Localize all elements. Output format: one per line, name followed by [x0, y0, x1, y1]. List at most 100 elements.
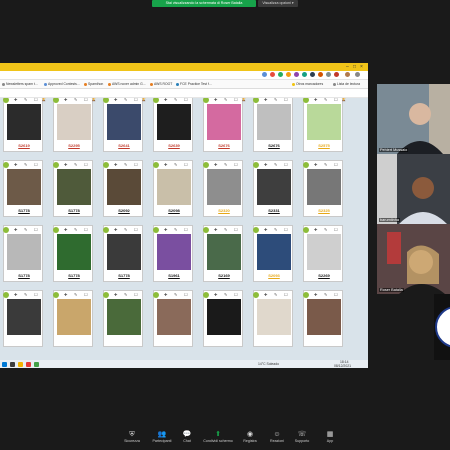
participant-video[interactable]: Roser Batalla: [377, 224, 450, 294]
photo-thumbnail[interactable]: [57, 104, 91, 140]
photo-card[interactable]: ✚ ✎ ☐ S2641: [103, 98, 143, 152]
checkbox-icon[interactable]: ☐: [334, 162, 338, 168]
person-icon[interactable]: ✚: [114, 98, 117, 103]
extension-icon[interactable]: [302, 72, 307, 77]
photo-card[interactable]: ✚ ✎ ☐ S2092: [103, 160, 143, 217]
person-icon[interactable]: ✚: [114, 292, 117, 298]
photo-number[interactable]: S2676: [204, 143, 244, 148]
taskbar-app-icon[interactable]: [26, 361, 31, 367]
checkbox-icon[interactable]: ☐: [334, 292, 338, 298]
photo-thumbnail[interactable]: [107, 234, 141, 270]
checkbox-icon[interactable]: ☐: [134, 162, 138, 168]
profile-avatar[interactable]: [345, 72, 350, 77]
photo-thumbnail[interactable]: [307, 299, 341, 335]
maximize-icon[interactable]: □: [353, 64, 356, 70]
photo-number[interactable]: S1778: [54, 208, 94, 213]
extension-icon[interactable]: [294, 72, 299, 77]
person-icon[interactable]: ✚: [214, 292, 217, 298]
extension-icon[interactable]: [278, 72, 283, 77]
bookmark-item[interactable]: Spamihon: [84, 82, 103, 86]
taskbar-app-icon[interactable]: [18, 361, 23, 367]
view-options-button[interactable]: Visualizza opzioni ▾: [258, 0, 298, 7]
bookmark-item[interactable]: AWS noxer admin G...: [108, 82, 146, 86]
photo-thumbnail[interactable]: [157, 234, 191, 270]
photo-card[interactable]: ✚ ✎ ☐ S2098: [153, 160, 193, 217]
checkbox-icon[interactable]: ☐: [284, 98, 288, 103]
photo-card[interactable]: ✚ ✎ ☐: [253, 290, 293, 347]
photo-number[interactable]: S2098: [154, 208, 194, 213]
person-icon[interactable]: ✚: [14, 292, 17, 298]
registra-button[interactable]: ◉ Registra: [235, 430, 265, 444]
person-icon[interactable]: ✚: [314, 292, 317, 298]
photo-card[interactable]: ✚ ✎ ☐ S2575: [303, 98, 343, 152]
checkbox-icon[interactable]: ☐: [334, 98, 338, 103]
bookmark-item[interactable]: FCE Practice Test f...: [176, 82, 212, 86]
edit-icon[interactable]: ✎: [274, 98, 277, 103]
bookmark-item[interactable]: Otros marcadores: [292, 82, 323, 86]
photo-card[interactable]: ✚ ✎ ☐: [153, 290, 193, 347]
photo-number[interactable]: S2575: [304, 143, 344, 148]
photo-number[interactable]: S2269: [304, 273, 344, 278]
photo-number[interactable]: S2295: [54, 143, 94, 148]
edit-icon[interactable]: ✎: [274, 227, 277, 233]
person-icon[interactable]: ✚: [264, 292, 267, 298]
participant-video[interactable]: barumtinha: [377, 154, 450, 224]
person-icon[interactable]: ✚: [264, 227, 267, 233]
edit-icon[interactable]: ✎: [324, 227, 327, 233]
photo-card[interactable]: ✚ ✎ ☐ S2325: [303, 160, 343, 217]
photo-card[interactable]: ✚ ✎ ☐ S2331: [253, 160, 293, 217]
checkbox-icon[interactable]: ☐: [184, 292, 188, 298]
photo-number[interactable]: S1961: [154, 273, 194, 278]
edit-icon[interactable]: ✎: [124, 98, 127, 103]
edit-icon[interactable]: ✎: [24, 227, 27, 233]
photo-thumbnail[interactable]: [7, 169, 41, 205]
photo-card[interactable]: ✚ ✎ ☐ S2269: [303, 225, 343, 282]
taskbar-app-icon[interactable]: [10, 361, 15, 367]
photo-card[interactable]: ✚ ✎ ☐ S2676: [253, 98, 293, 152]
person-icon[interactable]: ✚: [164, 292, 167, 298]
photo-card[interactable]: ✚ ✎ ☐ S2295: [53, 98, 93, 152]
photo-card[interactable]: ✚ ✎ ☐ S1778: [103, 225, 143, 282]
photo-thumbnail[interactable]: [57, 169, 91, 205]
checkbox-icon[interactable]: ☐: [234, 98, 238, 103]
person-icon[interactable]: ✚: [164, 162, 167, 168]
person-icon[interactable]: ✚: [64, 98, 67, 103]
photo-card[interactable]: ✚ ✎ ☐ S1778: [53, 225, 93, 282]
edit-icon[interactable]: ✎: [74, 162, 77, 168]
start-icon[interactable]: [2, 361, 7, 367]
bookmark-item[interactable]: Newsletters spam t...: [2, 82, 38, 86]
checkbox-icon[interactable]: ☐: [84, 162, 88, 168]
edit-icon[interactable]: ✎: [24, 292, 27, 298]
checkbox-icon[interactable]: ☐: [34, 227, 38, 233]
photo-card[interactable]: ✚ ✎ ☐: [53, 290, 93, 347]
photo-thumbnail[interactable]: [207, 299, 241, 335]
photo-card[interactable]: ✚ ✎ ☐ S2639: [153, 98, 193, 152]
person-icon[interactable]: ✚: [314, 162, 317, 168]
photo-number[interactable]: S2619: [4, 143, 44, 148]
photo-thumbnail[interactable]: [207, 104, 241, 140]
checkbox-icon[interactable]: ☐: [134, 227, 138, 233]
person-icon[interactable]: ✚: [114, 162, 117, 168]
person-icon[interactable]: ✚: [164, 227, 167, 233]
photo-card[interactable]: ✚ ✎ ☐ S1961: [153, 225, 193, 282]
checkbox-icon[interactable]: ☐: [84, 292, 88, 298]
taskbar-app-icon[interactable]: [34, 361, 39, 367]
edit-icon[interactable]: ✎: [224, 162, 227, 168]
supporto-button[interactable]: ☏ Supporto: [287, 430, 317, 444]
bookmark-item[interactable]: Lista de lectura: [333, 82, 360, 86]
checkbox-icon[interactable]: ☐: [134, 98, 138, 103]
person-icon[interactable]: ✚: [64, 227, 67, 233]
photo-thumbnail[interactable]: [257, 234, 291, 270]
photo-card[interactable]: ✚ ✎ ☐ S2169: [203, 225, 243, 282]
person-icon[interactable]: ✚: [14, 98, 17, 103]
checkbox-icon[interactable]: ☐: [184, 162, 188, 168]
photo-card[interactable]: ✚ ✎ ☐ S2676: [203, 98, 243, 152]
photo-number[interactable]: S2169: [204, 273, 244, 278]
person-icon[interactable]: ✚: [314, 98, 317, 103]
photo-thumbnail[interactable]: [257, 299, 291, 335]
person-icon[interactable]: ✚: [64, 292, 67, 298]
photo-thumbnail[interactable]: [107, 299, 141, 335]
edit-icon[interactable]: ✎: [174, 227, 177, 233]
edit-icon[interactable]: ✎: [124, 227, 127, 233]
checkbox-icon[interactable]: ☐: [34, 162, 38, 168]
